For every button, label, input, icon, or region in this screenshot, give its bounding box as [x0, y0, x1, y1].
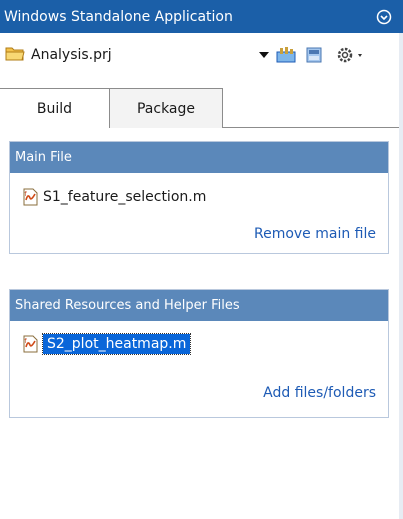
section-header: Shared Resources and Helper Files	[10, 290, 388, 321]
dropdown-arrow-icon	[259, 47, 269, 63]
main-file-name: S1_feature_selection.m	[43, 189, 207, 205]
panel-menu-button[interactable]	[375, 8, 393, 26]
package-icon	[306, 47, 322, 63]
package-button[interactable]	[304, 45, 324, 65]
shared-files-section: Shared Resources and Helper Files f S2_p…	[9, 289, 389, 418]
panel-edge	[399, 33, 403, 519]
tab-label: Build	[36, 100, 73, 117]
matlab-file-icon: f	[21, 188, 39, 206]
matlab-file-icon: f	[21, 335, 39, 353]
toolbox-button[interactable]	[276, 45, 296, 65]
remove-main-file-link[interactable]: Remove main file	[254, 226, 376, 242]
tab-package[interactable]: Package	[110, 88, 223, 128]
main-file-section: Main File f S1_feature_selection.m Remov…	[9, 141, 389, 254]
project-name: Analysis.prj	[31, 47, 112, 63]
folder-icon	[5, 44, 25, 66]
shared-file-item[interactable]: f S2_plot_heatmap.m	[21, 332, 192, 356]
main-file-item[interactable]: f S1_feature_selection.m	[21, 185, 206, 209]
toolbox-icon	[276, 47, 296, 63]
section-header: Main File	[10, 142, 388, 173]
shared-file-name: S2_plot_heatmap.m	[41, 333, 192, 355]
tab-label: Package	[136, 100, 196, 117]
settings-button[interactable]	[334, 45, 368, 65]
project-toolbar: Analysis.prj	[0, 33, 403, 83]
tab-build[interactable]: Build	[0, 88, 110, 128]
circle-chevron-down-icon	[376, 9, 392, 24]
gear-icon	[337, 47, 362, 63]
build-tab-content: Main File f S1_feature_selection.m Remov…	[0, 128, 403, 519]
tab-bar: Build Package	[0, 88, 403, 128]
window-title: Windows Standalone Application	[4, 8, 233, 25]
add-files-folders-link[interactable]: Add files/folders	[263, 385, 376, 401]
project-dropdown[interactable]: Analysis.prj	[3, 43, 273, 67]
window-titlebar: Windows Standalone Application	[0, 0, 403, 33]
